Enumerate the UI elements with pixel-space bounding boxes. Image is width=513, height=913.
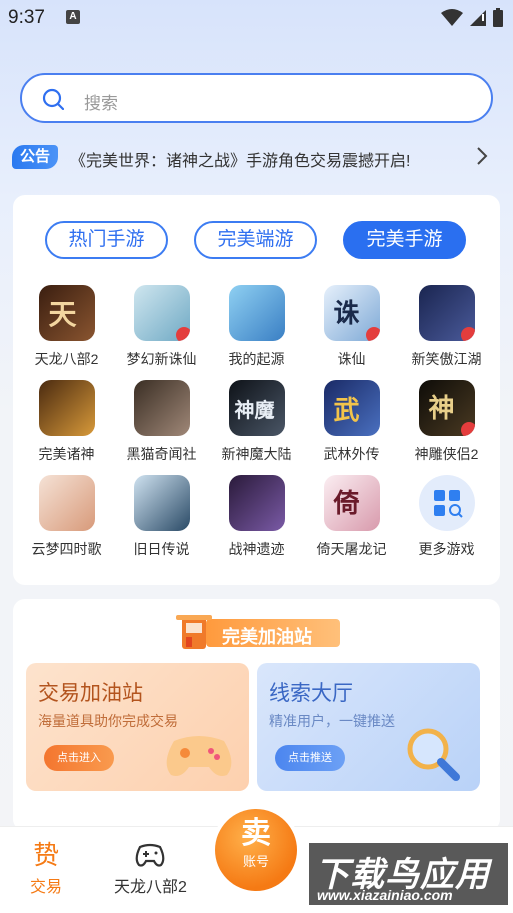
- game-item[interactable]: 梦幻新诛仙: [114, 285, 209, 369]
- game-item[interactable]: 更多游戏: [399, 475, 494, 559]
- game-icon-menghuan: [133, 285, 190, 341]
- trade-icon: 贽: [33, 840, 60, 870]
- game-label: 云梦四时歌: [31, 541, 102, 557]
- station-header: 完美加油站: [176, 615, 341, 649]
- search-placeholder: 搜索: [84, 94, 118, 113]
- game-label: 诛仙: [337, 351, 366, 367]
- game-icon-zhanshen: [228, 475, 285, 531]
- enter-button[interactable]: 点击进入: [44, 745, 114, 771]
- nav-trade[interactable]: 贽 交易: [30, 841, 62, 897]
- game-item[interactable]: 神 神雕侠侣2: [399, 380, 494, 464]
- card-subtitle: 精准用户，一键推送: [269, 713, 395, 729]
- announcement-bar[interactable]: 公告 《完美世界：诸神之战》手游角色交易震撼开启!: [12, 143, 492, 171]
- game-icon-jiuri: [133, 475, 190, 531]
- signal-icon: [470, 9, 486, 26]
- game-item[interactable]: 神魔 新神魔大陆: [209, 380, 304, 464]
- game-item[interactable]: 诛 诛仙: [304, 285, 399, 369]
- announcement-badge: 公告: [12, 145, 58, 169]
- game-label: 完美诸神: [38, 446, 95, 462]
- game-label: 新神魔大陆: [221, 446, 292, 462]
- game-label: 更多游戏: [418, 541, 475, 557]
- more-games-icon: [418, 475, 475, 531]
- gamepad-icon: [166, 736, 232, 776]
- gamepad-icon: [136, 843, 165, 867]
- sell-main-label: 卖: [241, 817, 271, 850]
- status-time: 9:37: [8, 7, 45, 28]
- game-item[interactable]: 武 武林外传: [304, 380, 399, 464]
- clue-hall-card[interactable]: 线索大厅 精准用户，一键推送 点击推送: [257, 663, 480, 791]
- battery-icon: [493, 8, 503, 27]
- game-label: 战神遗迹: [228, 541, 285, 557]
- game-icon-wulin: 武: [323, 380, 380, 436]
- game-icon-shendiao: 神: [418, 380, 475, 436]
- game-item[interactable]: 天 天龙八部2: [19, 285, 114, 369]
- status-a-icon: A: [66, 10, 80, 24]
- game-label: 新笑傲江湖: [411, 351, 482, 367]
- magnifier-icon: [407, 728, 460, 781]
- game-label: 我的起源: [228, 351, 285, 367]
- game-item[interactable]: 云梦四时歌: [19, 475, 114, 559]
- game-icon-origin: [228, 285, 285, 341]
- game-item[interactable]: 战神遗迹: [209, 475, 304, 559]
- game-label: 武林外传: [323, 446, 380, 462]
- card-subtitle: 海量道具助你完成交易: [38, 713, 178, 729]
- game-icon-yitian: 倚: [323, 475, 380, 531]
- game-icon-xiaoao: [418, 285, 475, 341]
- tab-perfect-pc[interactable]: 完美端游: [194, 221, 317, 259]
- chevron-right-icon[interactable]: [476, 146, 488, 166]
- game-item[interactable]: 新笑傲江湖: [399, 285, 494, 369]
- search-icon: [42, 88, 64, 110]
- watermark-url: www.xiazainiao.com: [317, 887, 453, 903]
- fuel-pump-icon: [176, 615, 212, 649]
- game-item[interactable]: 旧日传说: [114, 475, 209, 559]
- nav-game[interactable]: 天龙八部2: [114, 841, 187, 897]
- search-input[interactable]: 搜索: [20, 73, 493, 123]
- status-icons: [441, 8, 503, 27]
- game-label: 旧日传说: [133, 541, 190, 557]
- game-icon-zhuxian: 诛: [323, 285, 380, 341]
- tab-perfect-mobile[interactable]: 完美手游: [343, 221, 466, 259]
- nav-trade-label: 交易: [30, 879, 63, 896]
- game-tabs: 热门手游 完美端游 完美手游: [45, 221, 466, 259]
- wifi-icon: [441, 8, 463, 26]
- game-label: 天龙八部2: [34, 351, 99, 367]
- game-item[interactable]: 倚 倚天屠龙记: [304, 475, 399, 559]
- game-icon-heimao: [133, 380, 190, 436]
- game-icon-shenmo: 神魔: [228, 380, 285, 436]
- tab-hot-mobile[interactable]: 热门手游: [45, 221, 168, 259]
- card-title: 线索大厅: [269, 682, 353, 705]
- game-icon-tianlong: 天: [38, 285, 95, 341]
- game-item[interactable]: 黑猫奇闻社: [114, 380, 209, 464]
- station-title: 完美加油站: [222, 627, 312, 647]
- status-bar: 9:37 A: [0, 0, 513, 36]
- game-item[interactable]: 我的起源: [209, 285, 304, 369]
- sell-account-button[interactable]: 卖 账号: [215, 809, 297, 891]
- push-button[interactable]: 点击推送: [275, 745, 345, 771]
- game-icon-zhushen: [38, 380, 95, 436]
- game-label: 黑猫奇闻社: [126, 446, 197, 462]
- refuel-station: 完美加油站 交易加油站 海量道具助你完成交易 点击进入 线索大厅 精准用户，一键…: [13, 599, 500, 831]
- game-item[interactable]: 完美诸神: [19, 380, 114, 464]
- game-label: 神雕侠侣2: [414, 446, 479, 462]
- trade-station-card[interactable]: 交易加油站 海量道具助你完成交易 点击进入: [26, 663, 249, 791]
- sell-sub-label: 账号: [242, 854, 269, 869]
- game-label: 倚天屠龙记: [316, 541, 387, 557]
- nav-game-label: 天龙八部2: [114, 879, 187, 896]
- watermark: 下载鸟应用 www.xiazainiao.com: [306, 840, 511, 908]
- game-label: 梦幻新诛仙: [126, 351, 197, 367]
- game-icon-yunmeng: [38, 475, 95, 531]
- announcement-text: 《完美世界：诸神之战》手游角色交易震撼开启!: [70, 153, 411, 170]
- game-panel: 热门手游 完美端游 完美手游 天 天龙八部2 梦幻新诛仙 我的起源 诛 诛仙 新…: [13, 195, 500, 585]
- card-title: 交易加油站: [38, 682, 143, 705]
